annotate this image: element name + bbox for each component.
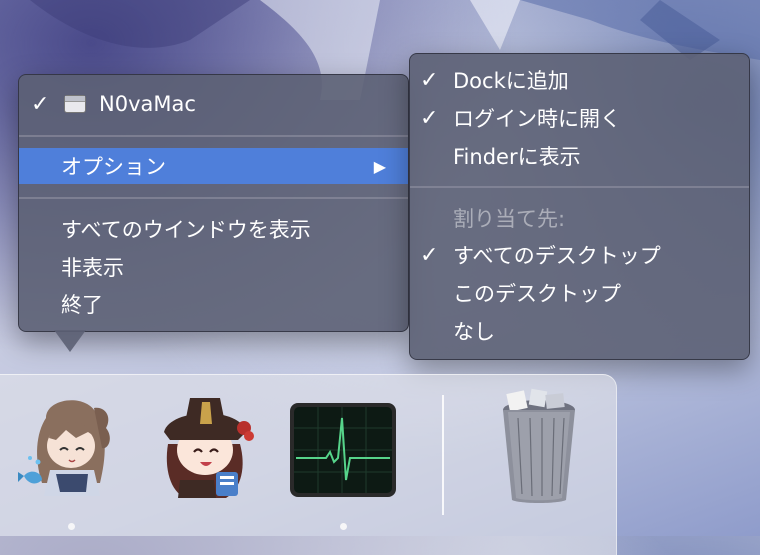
menu-item-label: Finderに表示 — [453, 145, 581, 169]
running-indicator — [340, 523, 347, 530]
anime-girl-with-fish-icon — [18, 400, 110, 496]
menu-item-options[interactable]: オプション ▶ — [19, 148, 408, 184]
menu-item-keep-in-dock[interactable]: ✓ Dockに追加 — [410, 62, 749, 98]
activity-monitor-icon — [290, 403, 396, 497]
trash-full-icon — [503, 388, 575, 503]
window-icon — [64, 95, 86, 113]
options-submenu: ✓ Dockに追加 ✓ ログイン時に開く Finderに表示 割り当て先: ✓ … — [409, 53, 750, 360]
menu-item-quit[interactable]: 終了 — [19, 286, 408, 322]
menu-header-assign-to: 割り当て先: — [410, 200, 749, 236]
menu-item-app-window[interactable]: ✓ N0vaMac — [19, 86, 408, 122]
checkmark-icon: ✓ — [420, 242, 439, 268]
menu-item-label: N0vaMac — [99, 92, 196, 116]
menu-item-all-desktops[interactable]: ✓ すべてのデスクトップ — [410, 237, 749, 273]
submenu-arrow-icon: ▶ — [373, 156, 386, 176]
menu-item-label: 非表示 — [61, 256, 124, 280]
menu-item-label: なし — [453, 320, 495, 344]
menu-item-show-in-finder[interactable]: Finderに表示 — [410, 138, 749, 174]
dock-divider — [442, 395, 444, 515]
menu-header-label: 割り当て先: — [453, 207, 566, 231]
checkmark-icon: ✓ — [420, 67, 439, 93]
checkmark-icon: ✓ — [420, 105, 439, 131]
menu-item-label: 終了 — [61, 293, 103, 317]
menu-separator — [19, 135, 408, 137]
menu-item-show-all-windows[interactable]: すべてのウインドウを表示 — [19, 211, 408, 247]
menu-item-none[interactable]: なし — [410, 313, 749, 349]
menu-separator — [19, 197, 408, 199]
running-indicator — [68, 523, 75, 530]
menu-pointer — [54, 330, 86, 352]
dock-app-n0vamac[interactable] — [16, 388, 122, 506]
menu-item-this-desktop[interactable]: このデスクトップ — [410, 275, 749, 311]
checkmark-icon: ✓ — [31, 91, 50, 117]
dock-app-2[interactable] — [150, 388, 256, 506]
menu-item-label: Dockに追加 — [453, 69, 569, 93]
dock-app-activity-monitor[interactable] — [290, 388, 396, 506]
menu-item-label: すべてのウインドウを表示 — [61, 218, 311, 242]
menu-item-hide[interactable]: 非表示 — [19, 249, 408, 285]
anime-girl-with-hat-icon — [164, 398, 254, 498]
menu-item-label: オプション — [61, 155, 166, 179]
menu-item-label: ログイン時に開く — [453, 107, 621, 131]
dock-trash[interactable] — [486, 388, 592, 506]
menu-separator — [410, 186, 749, 188]
menu-item-label: すべてのデスクトップ — [453, 244, 661, 268]
menu-item-open-at-login[interactable]: ✓ ログイン時に開く — [410, 100, 749, 136]
dock-context-menu: ✓ N0vaMac オプション ▶ すべてのウインドウを表示 非表示 終了 — [18, 74, 409, 332]
menu-item-label: このデスクトップ — [453, 282, 621, 306]
